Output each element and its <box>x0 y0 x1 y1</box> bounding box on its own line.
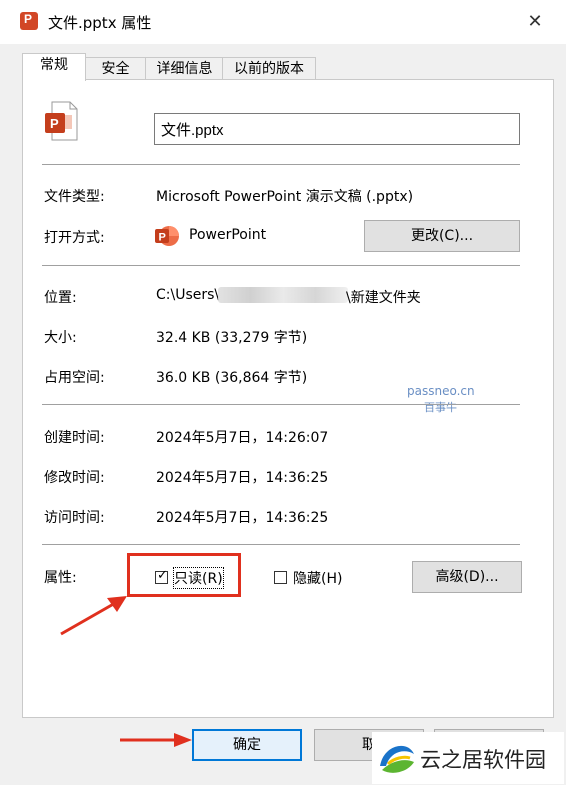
ok-button[interactable]: 确定 <box>192 729 302 761</box>
annotation-arrow-icon <box>120 733 192 747</box>
tab-general[interactable]: 常规 <box>22 53 86 81</box>
watermark-url: passneo.cn <box>407 384 475 398</box>
location-prefix: C:\Users\ <box>156 287 220 303</box>
hidden-label[interactable]: 隐藏(H) <box>293 568 342 588</box>
file-type-value: Microsoft PowerPoint 演示文稿 (.pptx) <box>156 189 414 205</box>
annotation-highlight-box <box>127 553 241 597</box>
opens-with-value: PowerPoint <box>189 227 267 243</box>
tab-security[interactable]: 安全 <box>84 57 147 80</box>
tab-details[interactable]: 详细信息 <box>145 57 224 80</box>
separator <box>42 544 520 545</box>
modified-label: 修改时间: <box>44 470 105 486</box>
created-value: 2024年5月7日，14:26:07 <box>156 430 329 446</box>
redacted-username <box>218 287 348 303</box>
file-name-field[interactable] <box>154 113 520 145</box>
window-title: 文件.pptx 属性 <box>48 14 152 32</box>
created-label: 创建时间: <box>44 430 105 446</box>
svg-text:P: P <box>50 116 59 131</box>
attributes-label: 属性: <box>44 570 77 586</box>
advanced-button[interactable]: 高级(D)... <box>412 561 522 593</box>
pptx-file-icon: P <box>45 101 78 141</box>
file-type-label: 文件类型: <box>44 189 105 205</box>
close-button[interactable]: ✕ <box>520 10 550 34</box>
site-logo-icon <box>380 745 414 773</box>
powerpoint-app-icon: P <box>155 226 179 246</box>
size-on-disk-label: 占用空间: <box>44 370 105 386</box>
location-label: 位置: <box>44 290 77 306</box>
modified-value: 2024年5月7日，14:36:25 <box>156 470 329 486</box>
separator <box>42 404 520 405</box>
separator <box>42 164 520 165</box>
tab-previous-versions[interactable]: 以前的版本 <box>222 57 316 80</box>
watermark-brand: 百事牛 <box>424 401 457 414</box>
size-on-disk-value: 36.0 KB (36,864 字节) <box>156 370 308 386</box>
size-label: 大小: <box>44 330 77 346</box>
size-value: 32.4 KB (33,279 字节) <box>156 330 308 346</box>
separator <box>42 265 520 266</box>
site-logo-text: 云之居软件园 <box>420 748 546 772</box>
powerpoint-file-icon <box>20 12 38 30</box>
change-button[interactable]: 更改(C)... <box>364 220 520 252</box>
svg-text:P: P <box>159 232 166 244</box>
hidden-checkbox[interactable] <box>274 571 287 584</box>
accessed-label: 访问时间: <box>44 510 105 526</box>
opens-with-label: 打开方式: <box>44 230 105 246</box>
accessed-value: 2024年5月7日，14:36:25 <box>156 510 329 526</box>
location-suffix: \新建文件夹 <box>346 290 421 306</box>
annotation-arrow-icon <box>60 596 127 636</box>
